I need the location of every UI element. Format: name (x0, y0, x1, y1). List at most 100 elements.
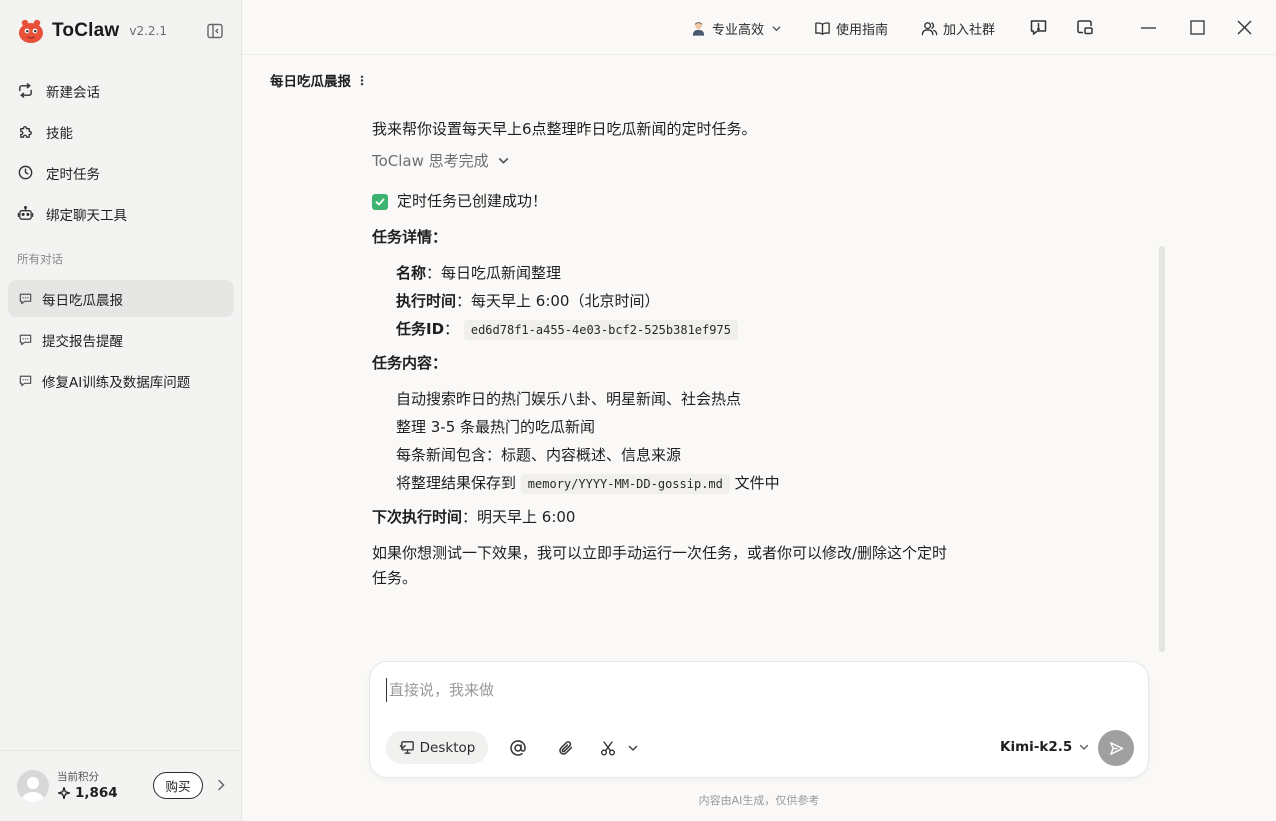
composer: Desktop Kimi-k2.5 (369, 661, 1149, 778)
avatar[interactable] (17, 770, 49, 802)
thinking-toggle[interactable]: ToClaw 思考完成 (372, 150, 510, 171)
app-name: ToClaw (52, 20, 120, 41)
buy-button[interactable]: 购买 (153, 772, 203, 799)
conversation-label: 提交报告提醒 (42, 333, 123, 350)
desktop-icon (399, 741, 414, 754)
ai-disclaimer: 内容由AI生成，仅供参考 (698, 794, 820, 807)
top-bar: 专业高效 使用指南 加入社群 (242, 0, 1276, 55)
chevron-down-icon (772, 25, 781, 31)
app-version: v2.2.1 (129, 24, 167, 38)
mode-label: 专业高效 (712, 22, 765, 38)
mode-selector[interactable]: 专业高效 (690, 17, 782, 39)
message-intro: 我来帮你设置每天早上6点整理昨日吃瓜新闻的定时任务。 (372, 120, 757, 138)
chevron-down-icon (1080, 744, 1089, 751)
conversation-list: 每日吃瓜晨报 提交报告提醒 修复AI训练及数据库问题 (8, 280, 234, 403)
details-heading: 任务详情： (372, 228, 448, 246)
conversation-label: 每日吃瓜晨报 (42, 292, 123, 309)
more-options-icon[interactable] (359, 74, 365, 87)
person-icon (692, 21, 705, 36)
desktop-button[interactable]: Desktop (386, 731, 488, 764)
chevron-right-icon[interactable] (214, 778, 228, 792)
task-id-code: ed6d78f1-a455-4e03-bcf2-525b381ef975 (463, 320, 738, 340)
send-icon (1109, 741, 1123, 755)
chat-bubble-icon (19, 293, 32, 305)
closing-line-1: 如果你想测试一下效果，我可以立即手动运行一次任务，或者你可以修改/删除这个定时 (372, 544, 948, 562)
task-id-line: 任务ID： ed6d78f1-a455-4e03-bcf2-525b381ef9… (396, 318, 738, 340)
thinking-label: ToClaw 思考完成 (372, 152, 489, 170)
book-icon (815, 21, 830, 35)
content-4-prefix: 将整理结果保存到 (396, 474, 517, 492)
chat-bubble-icon (19, 375, 32, 387)
nav-label: 绑定聊天工具 (46, 207, 127, 224)
check-mark-icon (372, 194, 388, 210)
nav-label: 定时任务 (46, 166, 100, 183)
conversation-label: 修复AI训练及数据库问题 (42, 374, 191, 391)
new-chat-icon (19, 83, 32, 98)
nav-label: 新建会话 (46, 84, 100, 101)
chat-bubble-icon (19, 334, 32, 346)
task-time-line: 执行时间：每天早上 6:00（北京时间） (396, 290, 659, 311)
nav-new-chat[interactable]: 新建会话 (8, 70, 234, 111)
sparkle-icon (57, 786, 71, 800)
content-heading: 任务内容： (372, 354, 448, 372)
next-run-label: 下次执行时间 (372, 508, 463, 526)
nav-scheduled-tasks[interactable]: 定时任务 (8, 152, 234, 193)
model-name: Kimi-k2.5 (1000, 739, 1073, 755)
sidebar-footer: 当前积分 1,864 购买 (0, 750, 241, 821)
main-nav: 新建会话 技能 定时任务 绑定聊天工具 (8, 70, 234, 234)
conversation-title-text: 每日吃瓜晨报 (270, 74, 351, 90)
scissors-icon[interactable] (599, 739, 617, 757)
task-name-line: 名称：每日吃瓜新闻整理 (396, 262, 561, 283)
message-input[interactable] (386, 678, 1086, 702)
closing-line-2: 任务。 (372, 569, 418, 587)
conversation-item-fix-ai-db[interactable]: 修复AI训练及数据库问题 (8, 362, 234, 399)
clock-icon (18, 165, 33, 180)
minimize-icon[interactable] (1139, 18, 1158, 37)
content-4-code: memory/YYYY-MM-DD-gossip.md (520, 474, 730, 494)
main-area: 专业高效 使用指南 加入社群 每日吃瓜晨报 我来帮你设置每天早上6点整理昨日吃瓜… (242, 0, 1276, 821)
points-number: 1,864 (75, 785, 118, 801)
success-text: 定时任务已创建成功！ (397, 192, 548, 210)
conversation-item-report-reminder[interactable]: 提交报告提醒 (8, 321, 234, 358)
send-button[interactable] (1098, 730, 1134, 766)
task-time-label: 执行时间 (396, 292, 457, 310)
sidebar-collapse-icon[interactable] (206, 22, 224, 40)
brand: ToClaw v2.2.1 (16, 15, 167, 47)
nav-bind-chat-tools[interactable]: 绑定聊天工具 (8, 193, 234, 234)
feedback-icon[interactable] (1029, 18, 1048, 37)
nav-label: 技能 (46, 125, 73, 142)
close-icon[interactable] (1235, 18, 1254, 37)
conversation-title: 每日吃瓜晨报 (270, 70, 365, 90)
scrollbar[interactable] (1159, 246, 1165, 652)
points-value: 1,864 (57, 785, 118, 801)
task-name-value: ：每日吃瓜新闻整理 (426, 264, 562, 282)
maximize-icon[interactable] (1188, 18, 1207, 37)
community-label: 加入社群 (943, 22, 996, 38)
sidebar: ToClaw v2.2.1 新建会话 技能 定时任务 绑定聊天工具 所有对话 每… (0, 0, 242, 821)
chevron-down-icon[interactable] (627, 742, 639, 754)
content-item: 自动搜索昨日的热门娱乐八卦、明星新闻、社会热点 (396, 390, 742, 408)
success-line: 定时任务已创建成功！ (372, 190, 547, 211)
guide-link[interactable]: 使用指南 (814, 17, 888, 39)
pip-window-icon[interactable] (1075, 18, 1094, 37)
next-run-line: 下次执行时间：明天早上 6:00 (372, 506, 575, 527)
guide-label: 使用指南 (836, 22, 889, 38)
puzzle-icon (20, 126, 32, 138)
conversation-item-daily-gossip[interactable]: 每日吃瓜晨报 (8, 280, 234, 317)
points-label: 当前积分 (57, 771, 99, 783)
desktop-label: Desktop (419, 739, 476, 756)
content-4-suffix: 文件中 (734, 474, 780, 492)
content-item: 每条新闻包含：标题、内容概述、信息来源 (396, 446, 682, 464)
robot-icon (17, 205, 34, 220)
chevron-down-icon (498, 158, 508, 164)
model-selector[interactable]: Kimi-k2.5 (1000, 739, 1090, 755)
community-link[interactable]: 加入社群 (921, 17, 995, 39)
mention-icon[interactable] (509, 739, 527, 757)
attachment-icon[interactable] (557, 739, 575, 757)
toclaw-logo-icon (19, 19, 43, 43)
content-item: 将整理结果保存到 memory/YYYY-MM-DD-gossip.md 文件中 (396, 472, 780, 494)
nav-skills[interactable]: 技能 (8, 111, 234, 152)
task-id-sep: ： (444, 320, 460, 338)
all-conversations-label: 所有对话 (17, 252, 63, 266)
group-icon (921, 21, 938, 35)
